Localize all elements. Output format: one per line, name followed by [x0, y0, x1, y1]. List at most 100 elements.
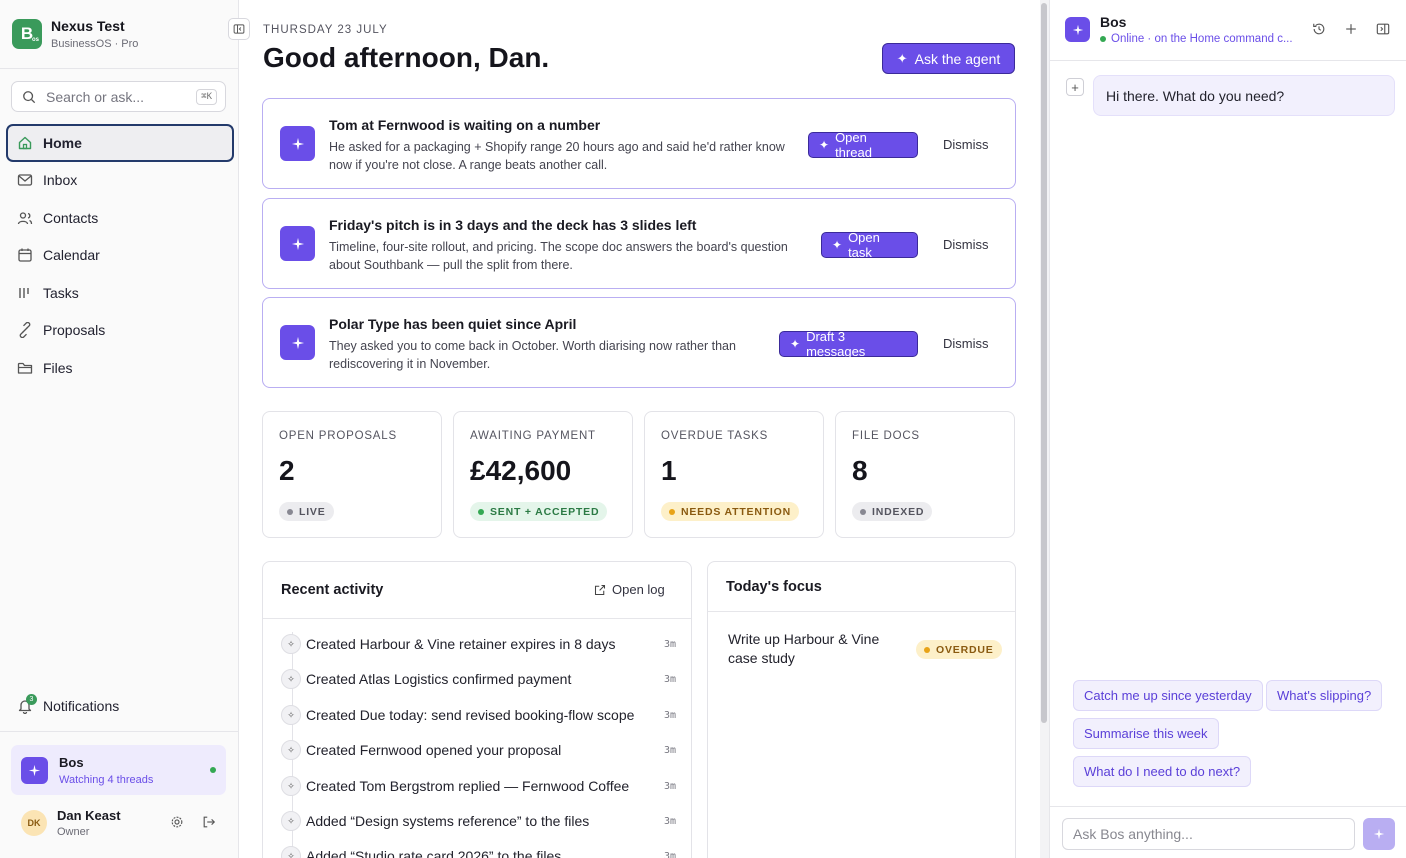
external-link-icon — [594, 584, 606, 595]
logout-icon[interactable] — [202, 815, 216, 829]
agent-message: Hi there. What do you need? — [1093, 75, 1395, 116]
suggestion-chip[interactable]: Catch me up since yesterday — [1073, 680, 1263, 711]
online-indicator — [1100, 36, 1106, 42]
sparkle-icon: ✧ — [281, 776, 301, 796]
overdue-badge: OVERDUE — [916, 640, 1002, 659]
sparkle-icon: ✧ — [281, 705, 301, 725]
send-button[interactable] — [1363, 818, 1395, 850]
sidebar: Bos Nexus Test BusinessOS · Pro Search o… — [0, 0, 239, 858]
main-content: THURSDAY 23 JULY Good afternoon, Dan. ✦ A… — [239, 0, 1040, 858]
stat-label: OPEN PROPOSALS — [279, 430, 397, 442]
home-icon — [18, 136, 32, 149]
sidebar-nav: Home Inbox Contacts Calendar Tasks Propo… — [6, 124, 234, 387]
sparkle-icon: ✧ — [281, 634, 301, 654]
sidebar-item-label: Inbox — [43, 172, 78, 189]
sidebar-item-calendar[interactable]: Calendar — [6, 237, 234, 275]
notification-count-badge: 3 — [26, 694, 37, 705]
alert-body: He asked for a packaging + Shopify range… — [329, 140, 785, 172]
plus-icon[interactable] — [1344, 22, 1358, 36]
calendar-icon — [18, 248, 32, 262]
alert-title: Tom at Fernwood is waiting on a number — [329, 117, 601, 133]
workspace-switcher[interactable]: Bos Nexus Test BusinessOS · Pro — [12, 18, 138, 50]
sidebar-item-contacts[interactable]: Contacts — [6, 199, 234, 237]
sidebar-item-files[interactable]: Files — [6, 349, 234, 387]
list-item[interactable]: ✧ Created Harbour & Vine retainer expires… — [281, 634, 676, 654]
sparkle-icon: ✧ — [281, 669, 301, 689]
panel-toggle-icon[interactable] — [1376, 22, 1390, 36]
folder-icon — [17, 362, 33, 374]
bos-agent-card[interactable]: Bos Watching 4 threads — [11, 745, 226, 795]
suggestion-chip[interactable]: What do I need to do next? — [1073, 756, 1252, 787]
avatar[interactable]: DK — [21, 810, 47, 836]
list-item[interactable]: ✧ Created Atlas Logistics confirmed payme… — [281, 669, 676, 689]
agent-status: Online · on the Home command c... — [1100, 33, 1293, 45]
sidebar-divider — [0, 731, 239, 732]
list-item[interactable]: ✧ Added “Studio rate card 2026” to the fi… — [281, 846, 676, 858]
sparkle-icon — [1373, 828, 1385, 840]
sparkle-icon: ✧ — [281, 846, 301, 858]
sidebar-item-label: Proposals — [43, 322, 106, 339]
alert-body: They asked you to come back in October. … — [329, 339, 736, 371]
alert-card: Tom at Fernwood is waiting on a number H… — [262, 98, 1016, 189]
sparkle-icon: ✦ — [790, 337, 801, 351]
proposals-icon — [19, 322, 31, 339]
stat-card-overdue-tasks[interactable]: OVERDUE TASKS 1 NEEDS ATTENTION — [644, 411, 824, 538]
dismiss-button[interactable]: Dismiss — [943, 137, 989, 152]
open-thread-button[interactable]: ✦ Open thread — [808, 130, 918, 160]
list-item[interactable]: ✧ Added “Design systems reference” to the… — [281, 811, 676, 831]
dismiss-button[interactable]: Dismiss — [943, 237, 989, 252]
status-badge: SENT + ACCEPTED — [470, 502, 608, 521]
dismiss-button[interactable]: Dismiss — [943, 336, 989, 351]
suggestion-chip[interactable]: Summarise this week — [1073, 718, 1219, 749]
sparkle-icon: ✦ — [832, 238, 843, 252]
history-icon[interactable] — [1312, 22, 1326, 36]
draft-messages-button[interactable]: ✦ Draft 3 messages — [779, 329, 918, 359]
bos-card-status: Watching 4 threads — [59, 773, 154, 786]
list-item[interactable]: ✧ Created Fernwood opened your proposal 3m — [281, 740, 676, 760]
alert-body: Timeline, four-site rollout, and pricing… — [329, 240, 788, 272]
stat-value: 2 — [279, 455, 295, 486]
sidebar-item-tasks[interactable]: Tasks — [6, 274, 234, 312]
user-name: Dan Keast — [57, 808, 121, 823]
agent-header: Bos Online · on the Home command c... — [1050, 0, 1406, 61]
stat-card-awaiting-payment[interactable]: AWAITING PAYMENT £42,600 SENT + ACCEPTED — [453, 411, 633, 538]
sparkle-icon: ✧ — [281, 811, 301, 831]
search-shortcut: ⌘K — [196, 88, 217, 105]
stat-card-open-proposals[interactable]: OPEN PROPOSALS 2 LIVE — [262, 411, 442, 538]
sparkle-icon: ✧ — [281, 740, 301, 760]
sidebar-divider — [0, 68, 239, 69]
search-box[interactable]: Search or ask... ⌘K — [11, 81, 226, 112]
notifications-link[interactable]: 3 Notifications — [17, 694, 119, 715]
suggestion-chip[interactable]: What's slipping? — [1266, 680, 1383, 711]
gear-icon[interactable] — [170, 815, 184, 829]
sidebar-item-inbox[interactable]: Inbox — [6, 162, 234, 200]
list-item[interactable]: ✧ Created Due today: send revised booking… — [281, 705, 676, 725]
scrollbar-thumb[interactable] — [1041, 3, 1047, 723]
chat-input[interactable] — [1062, 818, 1355, 850]
search-input[interactable]: Search or ask... — [46, 89, 196, 105]
mail-icon — [17, 174, 33, 186]
sidebar-item-proposals[interactable]: Proposals — [6, 312, 234, 350]
workspace-name: Nexus Test — [51, 18, 125, 34]
status-badge: LIVE — [279, 502, 334, 521]
message-add-icon[interactable]: + — [1066, 78, 1084, 96]
open-log-link[interactable]: Open log — [594, 582, 665, 597]
stat-value: 8 — [852, 455, 868, 486]
stat-value: 1 — [661, 455, 677, 486]
alert-title: Polar Type has been quiet since April — [329, 316, 577, 332]
sidebar-item-home[interactable]: Home — [6, 124, 234, 162]
stat-label: OVERDUE TASKS — [661, 430, 769, 442]
panel-divider — [263, 618, 691, 619]
tasks-icon — [19, 287, 29, 298]
plus-icon: ✦ — [896, 50, 908, 66]
ask-agent-button[interactable]: ✦ Ask the agent — [882, 43, 1015, 74]
panel-title: Recent activity — [281, 582, 384, 598]
stat-label: AWAITING PAYMENT — [470, 430, 596, 442]
stat-card-file-docs[interactable]: FILE DOCS 8 INDEXED — [835, 411, 1015, 538]
status-badge: INDEXED — [852, 502, 933, 521]
open-task-button[interactable]: ✦ Open task — [821, 230, 918, 260]
focus-task[interactable]: Write up Harbour & Vine case study — [728, 630, 888, 668]
agent-panel: Bos Online · on the Home command c... + … — [1049, 0, 1406, 858]
list-item[interactable]: ✧ Created Tom Bergstrom replied — Fernwoo… — [281, 776, 676, 796]
stat-label: FILE DOCS — [852, 430, 920, 442]
